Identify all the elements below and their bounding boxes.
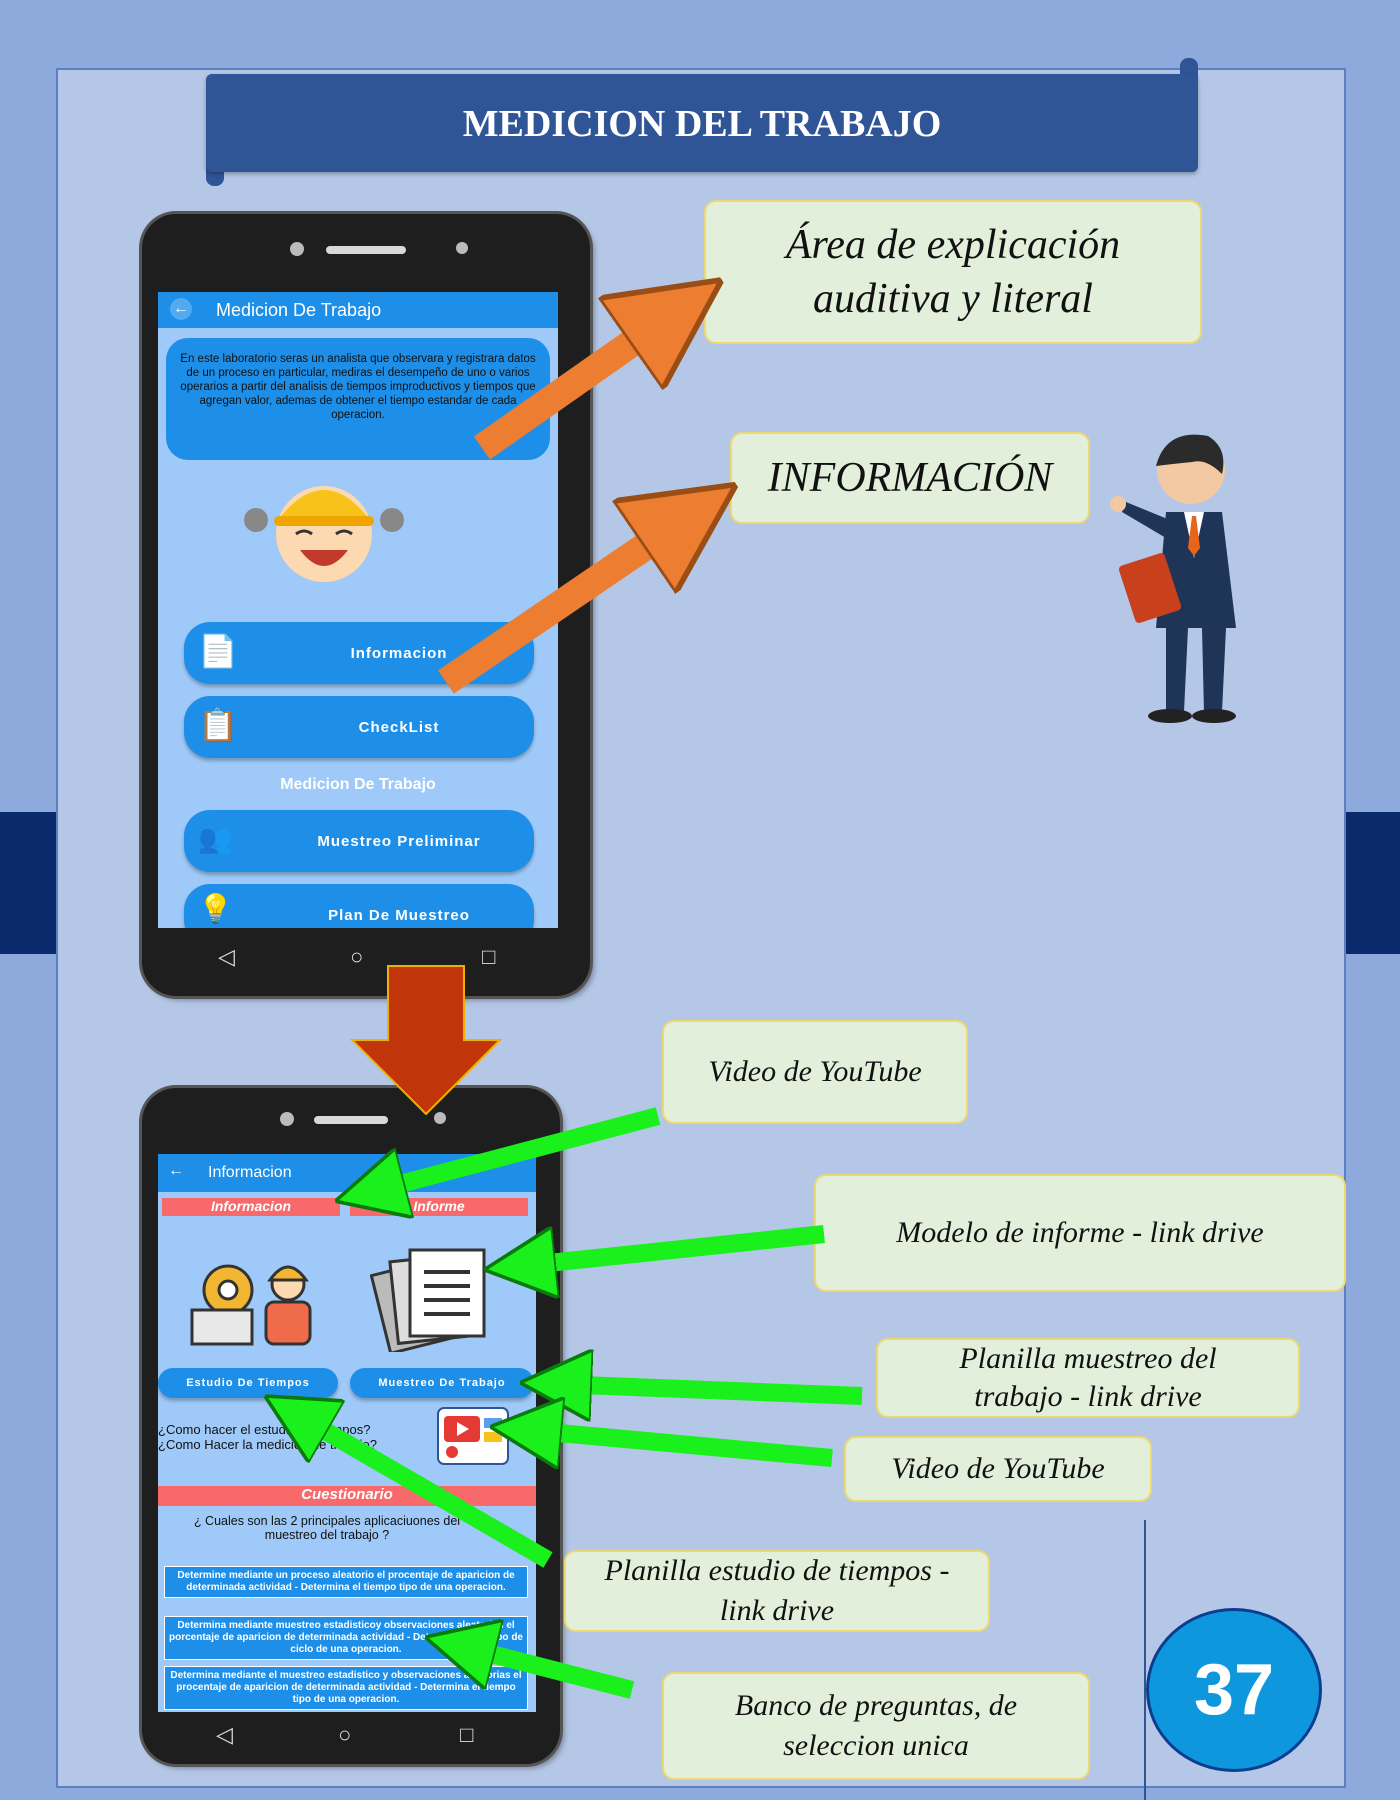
- orange-arrow-informacion: [438, 516, 690, 694]
- green-arrow-video-2: [526, 1430, 833, 1458]
- red-down-arrow: [349, 965, 503, 1116]
- orange-arrow-area: [473, 312, 676, 460]
- green-arrow-planilla-muestreo: [556, 1384, 863, 1396]
- annotation-arrows: [0, 0, 863, 1699]
- green-arrow-video-1: [370, 1107, 661, 1192]
- green-arrow-banco: [460, 1646, 635, 1699]
- green-arrow-modelo: [520, 1225, 825, 1266]
- green-arrow-planilla-tiempos: [296, 1414, 553, 1568]
